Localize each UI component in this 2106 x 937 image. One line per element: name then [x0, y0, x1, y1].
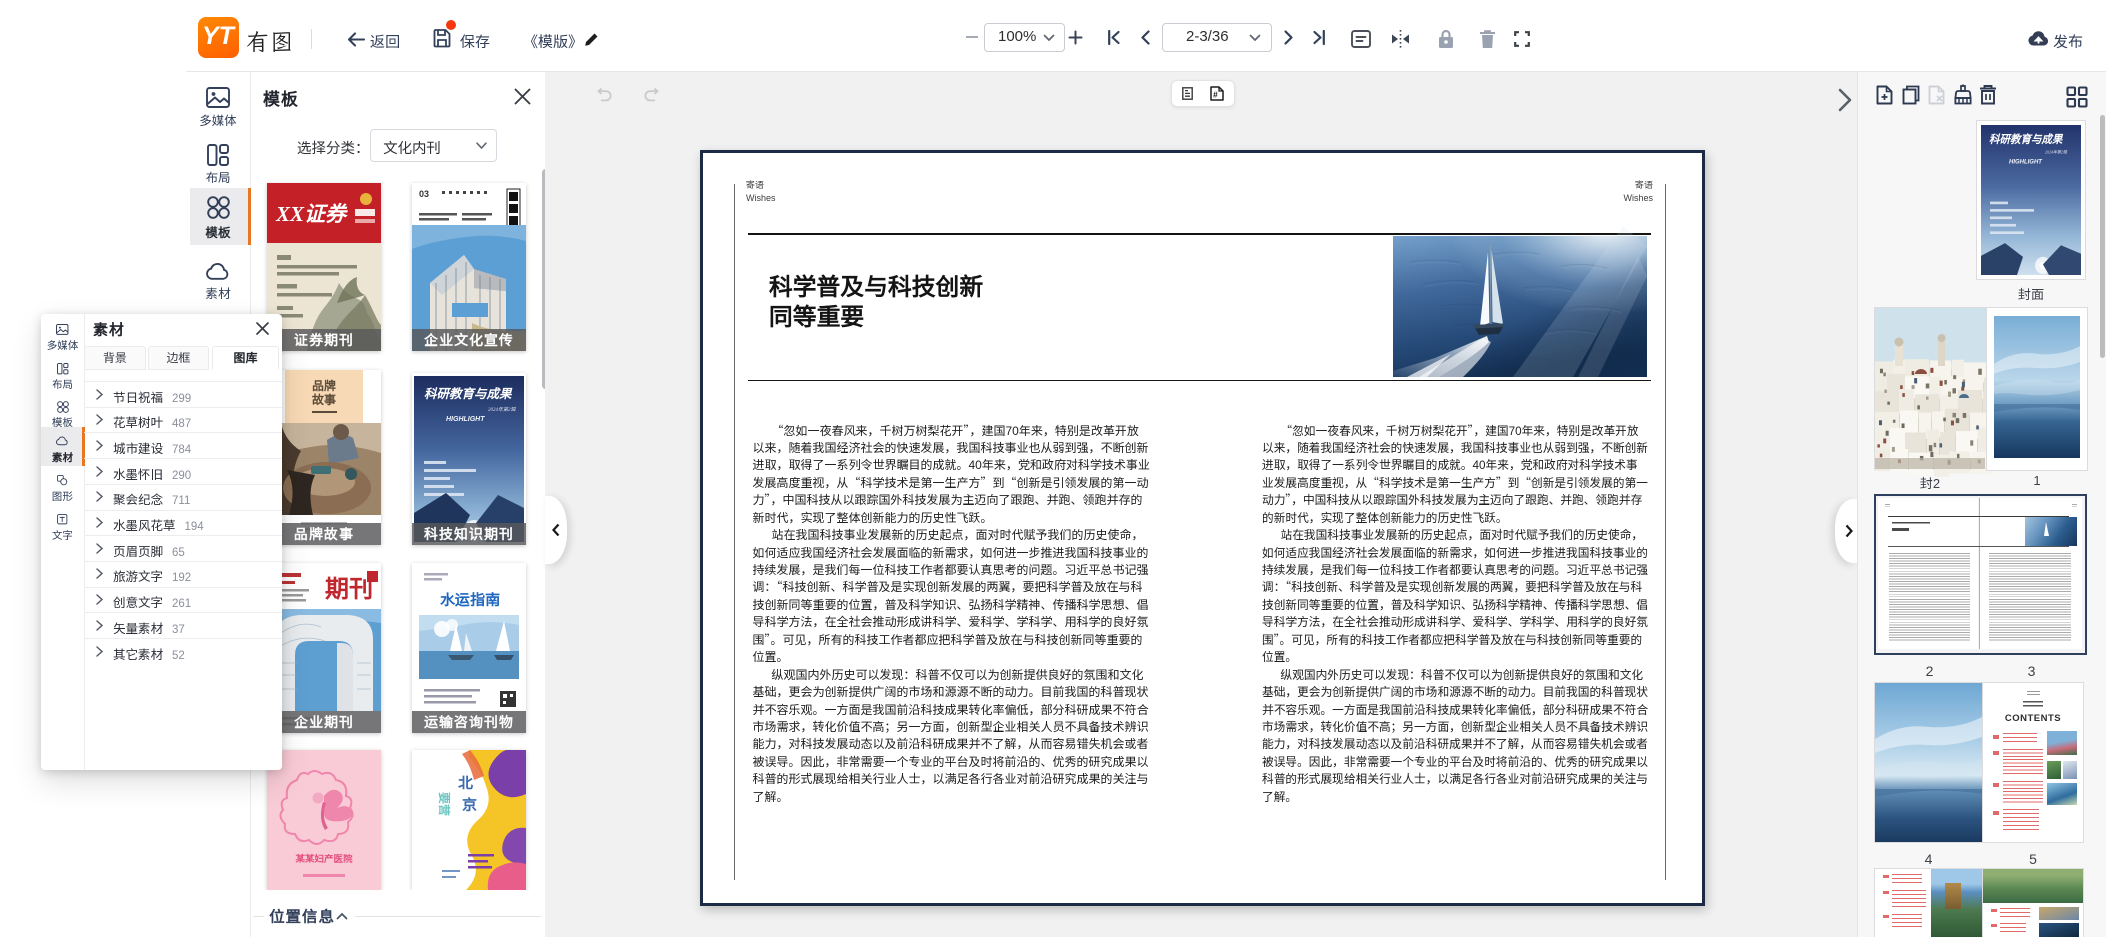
svg-text:HIGHLIGHT: HIGHLIGHT [446, 416, 485, 423]
svg-text:故事: 故事 [312, 393, 336, 407]
svg-text:水运指南: 水运指南 [440, 591, 500, 609]
svg-text:品牌: 品牌 [312, 379, 336, 393]
svg-text:期刊: 期刊 [325, 576, 373, 603]
svg-text:HIGHLIGHT: HIGHLIGHT [2009, 158, 2043, 165]
svg-text:科研教育与成果: 科研教育与成果 [424, 387, 513, 401]
svg-text:要营: 要营 [437, 792, 451, 816]
svg-text:京: 京 [462, 796, 477, 814]
svg-text:北: 北 [458, 774, 474, 792]
svg-text:科研教育与成果: 科研教育与成果 [1989, 133, 2064, 146]
svg-text:2024年第2辑: 2024年第2辑 [488, 406, 517, 413]
svg-text:XX证券: XX证券 [275, 202, 348, 226]
svg-text:2024年第2辑: 2024年第2辑 [2045, 150, 2068, 155]
svg-text:某某妇产医院: 某某妇产医院 [294, 853, 353, 865]
svg-text:#: # [1213, 90, 1218, 100]
svg-text:03: 03 [419, 189, 429, 199]
